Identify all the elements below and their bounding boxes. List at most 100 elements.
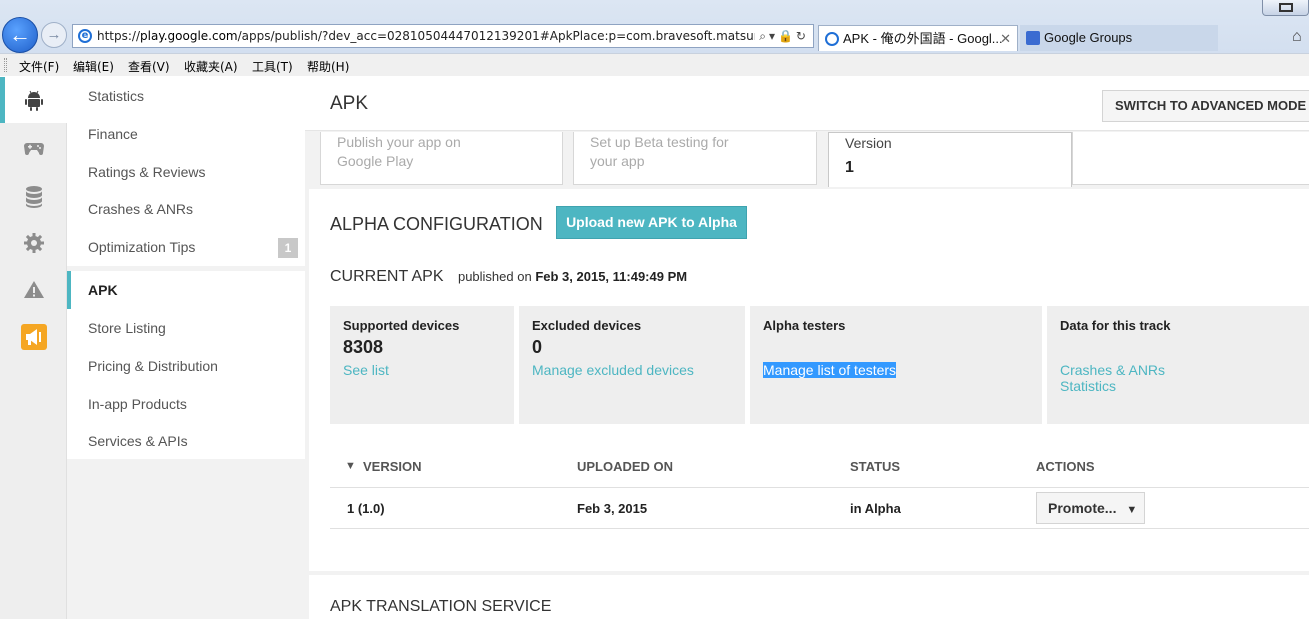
nav-item-services-apis[interactable]: Services & APIs xyxy=(67,422,305,460)
stat-label: Excluded devices xyxy=(532,318,642,333)
crashes-link[interactable]: Crashes & ANRs xyxy=(1060,362,1309,378)
nav-item-in-app-products[interactable]: In-app Products xyxy=(67,385,305,423)
track-data-box: Data for this track 0 Crashes & ANRs Sta… xyxy=(1047,306,1309,424)
rail-games[interactable] xyxy=(0,124,67,170)
alpha-testers-box: Alpha testers 0 Manage list of testers xyxy=(750,306,1042,424)
groups-favicon-icon xyxy=(1026,31,1040,45)
gamepad-icon xyxy=(24,143,44,155)
cell-uploaded: Feb 3, 2015 xyxy=(577,501,648,516)
rail-apps[interactable] xyxy=(0,77,67,123)
track-card-production[interactable]: Publish your app on Google Play xyxy=(320,132,563,185)
home-icon[interactable]: ⌂ xyxy=(1292,28,1302,46)
current-apk-heading: CURRENT APK published on Feb 3, 2015, 11… xyxy=(330,268,687,286)
card-label: Version xyxy=(845,135,892,151)
sort-desc-icon[interactable]: ▼ xyxy=(345,460,356,472)
card-text: Set up Beta testing for xyxy=(590,134,729,150)
published-prefix: published on xyxy=(457,269,532,284)
dropdown-arrow-icon: ▼ xyxy=(1126,504,1138,516)
translation-section: APK TRANSLATION SERVICE xyxy=(309,575,1309,619)
close-tab-icon[interactable]: ✕ xyxy=(1000,26,1011,52)
nav-item-finance[interactable]: Finance xyxy=(67,115,305,153)
page-header: APK SWITCH TO ADVANCED MODE xyxy=(305,77,1309,131)
alert-icon xyxy=(24,281,44,298)
column-actions: ACTIONS xyxy=(1036,459,1095,474)
main-content: APK SWITCH TO ADVANCED MODE Publish your… xyxy=(305,77,1309,619)
rail-settings[interactable] xyxy=(0,219,67,265)
menu-view[interactable]: 查看(V) xyxy=(128,58,170,75)
nav-item-label: Ratings & Reviews xyxy=(88,164,206,180)
url-host: play.google.com xyxy=(140,29,238,43)
tab-google-groups[interactable]: Google Groups xyxy=(1020,25,1218,51)
card-text: Google Play xyxy=(337,153,414,169)
table-header: ▼ VERSION UPLOADED ON STATUS ACTIONS xyxy=(330,445,1309,488)
column-uploaded[interactable]: UPLOADED ON xyxy=(577,459,673,474)
nav-item-store-listing[interactable]: Store Listing xyxy=(67,309,305,347)
see-list-link[interactable]: See list xyxy=(343,362,514,378)
stat-value: 0 xyxy=(532,337,543,357)
published-info: published on Feb 3, 2015, 11:49:49 PM xyxy=(458,269,687,284)
rail-database[interactable] xyxy=(0,172,67,218)
menu-help[interactable]: 帮助(H) xyxy=(307,58,349,75)
manage-testers-link[interactable]: Manage list of testers xyxy=(763,362,897,378)
restore-window-button[interactable] xyxy=(1262,0,1309,16)
nav-item-label: Services & APIs xyxy=(88,433,188,449)
rail-alerts[interactable] xyxy=(0,266,67,312)
nav-item-optimization-tips[interactable]: Optimization Tips 1 xyxy=(67,228,305,266)
column-version[interactable]: VERSION xyxy=(363,459,422,474)
nav-item-label: Pricing & Distribution xyxy=(88,358,218,374)
menu-edit[interactable]: 编辑(E) xyxy=(73,58,114,75)
section-title: ALPHA CONFIGURATION xyxy=(330,214,543,234)
menu-bar: 文件(F) 编辑(E) 查看(V) 收藏夹(A) 工具(T) 帮助(H) xyxy=(0,53,1309,76)
address-bar[interactable]: e https://play.google.com/apps/publish/?… xyxy=(72,24,814,48)
gear-icon xyxy=(24,233,44,253)
nav-item-label: Finance xyxy=(88,126,138,142)
android-icon xyxy=(25,90,43,111)
cell-status: in Alpha xyxy=(850,501,901,516)
nav-item-apk[interactable]: APK xyxy=(67,271,305,309)
nav-item-label: Optimization Tips xyxy=(88,239,196,255)
current-apk-label: CURRENT APK xyxy=(330,268,444,285)
manage-excluded-link[interactable]: Manage excluded devices xyxy=(532,362,745,378)
card-version: 1 xyxy=(845,159,854,176)
count-badge: 1 xyxy=(278,238,298,258)
nav-item-statistics[interactable]: Statistics xyxy=(67,77,305,115)
promote-button[interactable]: Promote... ▼ xyxy=(1036,492,1145,524)
url-prefix: https:// xyxy=(97,29,141,43)
switch-advanced-mode-button[interactable]: SWITCH TO ADVANCED MODE xyxy=(1102,90,1309,122)
forward-button[interactable]: → xyxy=(41,22,67,48)
track-card-empty xyxy=(1072,132,1309,185)
tab-label: Google Groups xyxy=(1044,30,1133,45)
nav-item-pricing[interactable]: Pricing & Distribution xyxy=(67,347,305,385)
stat-label: Alpha testers xyxy=(763,318,846,333)
page-title: APK xyxy=(330,93,369,114)
upload-apk-alpha-button[interactable]: Upload new APK to Alpha xyxy=(556,206,747,239)
section-title: APK TRANSLATION SERVICE xyxy=(330,598,552,615)
menu-tools[interactable]: 工具(T) xyxy=(252,58,293,75)
track-card-beta[interactable]: Set up Beta testing for your app xyxy=(573,132,817,185)
nav-item-ratings[interactable]: Ratings & Reviews xyxy=(67,153,305,191)
nav-item-label: APK xyxy=(88,282,118,298)
url-path: /apps/publish/?dev_acc=02810504447012139… xyxy=(237,29,773,43)
menu-favorites[interactable]: 收藏夹(A) xyxy=(184,58,238,75)
nav-panel: Statistics Finance Ratings & Reviews Cra… xyxy=(67,77,305,619)
menu-grip xyxy=(4,58,7,72)
browser-chrome: ← → e https://play.google.com/apps/publi… xyxy=(0,0,1309,76)
nav-item-label: In-app Products xyxy=(88,396,187,412)
column-status[interactable]: STATUS xyxy=(850,459,900,474)
nav-item-label: Statistics xyxy=(88,88,145,104)
tab-apk[interactable]: APK - 俺の外国語 - Googl... ✕ xyxy=(818,25,1018,51)
nav-item-crashes[interactable]: Crashes & ANRs xyxy=(67,190,305,228)
menu-file[interactable]: 文件(F) xyxy=(19,58,59,75)
nav-item-label: Crashes & ANRs xyxy=(88,201,194,217)
back-button[interactable]: ← xyxy=(2,17,38,53)
statistics-link[interactable]: Statistics xyxy=(1060,378,1309,394)
ie-logo-icon: e xyxy=(78,29,92,43)
stat-label: Data for this track xyxy=(1060,318,1171,333)
alpha-configuration-section: ALPHA CONFIGURATION Upload new APK to Al… xyxy=(309,189,1309,571)
published-date: Feb 3, 2015, 11:49:49 PM xyxy=(535,269,688,284)
rail-announcements[interactable] xyxy=(0,313,67,359)
track-card-alpha[interactable]: Version 1 xyxy=(828,132,1072,187)
icon-rail xyxy=(0,77,67,619)
tab-label: APK - 俺の外国語 - Googl... xyxy=(843,31,1003,46)
address-tools[interactable]: ⌕▾🔒↻ xyxy=(755,25,813,47)
